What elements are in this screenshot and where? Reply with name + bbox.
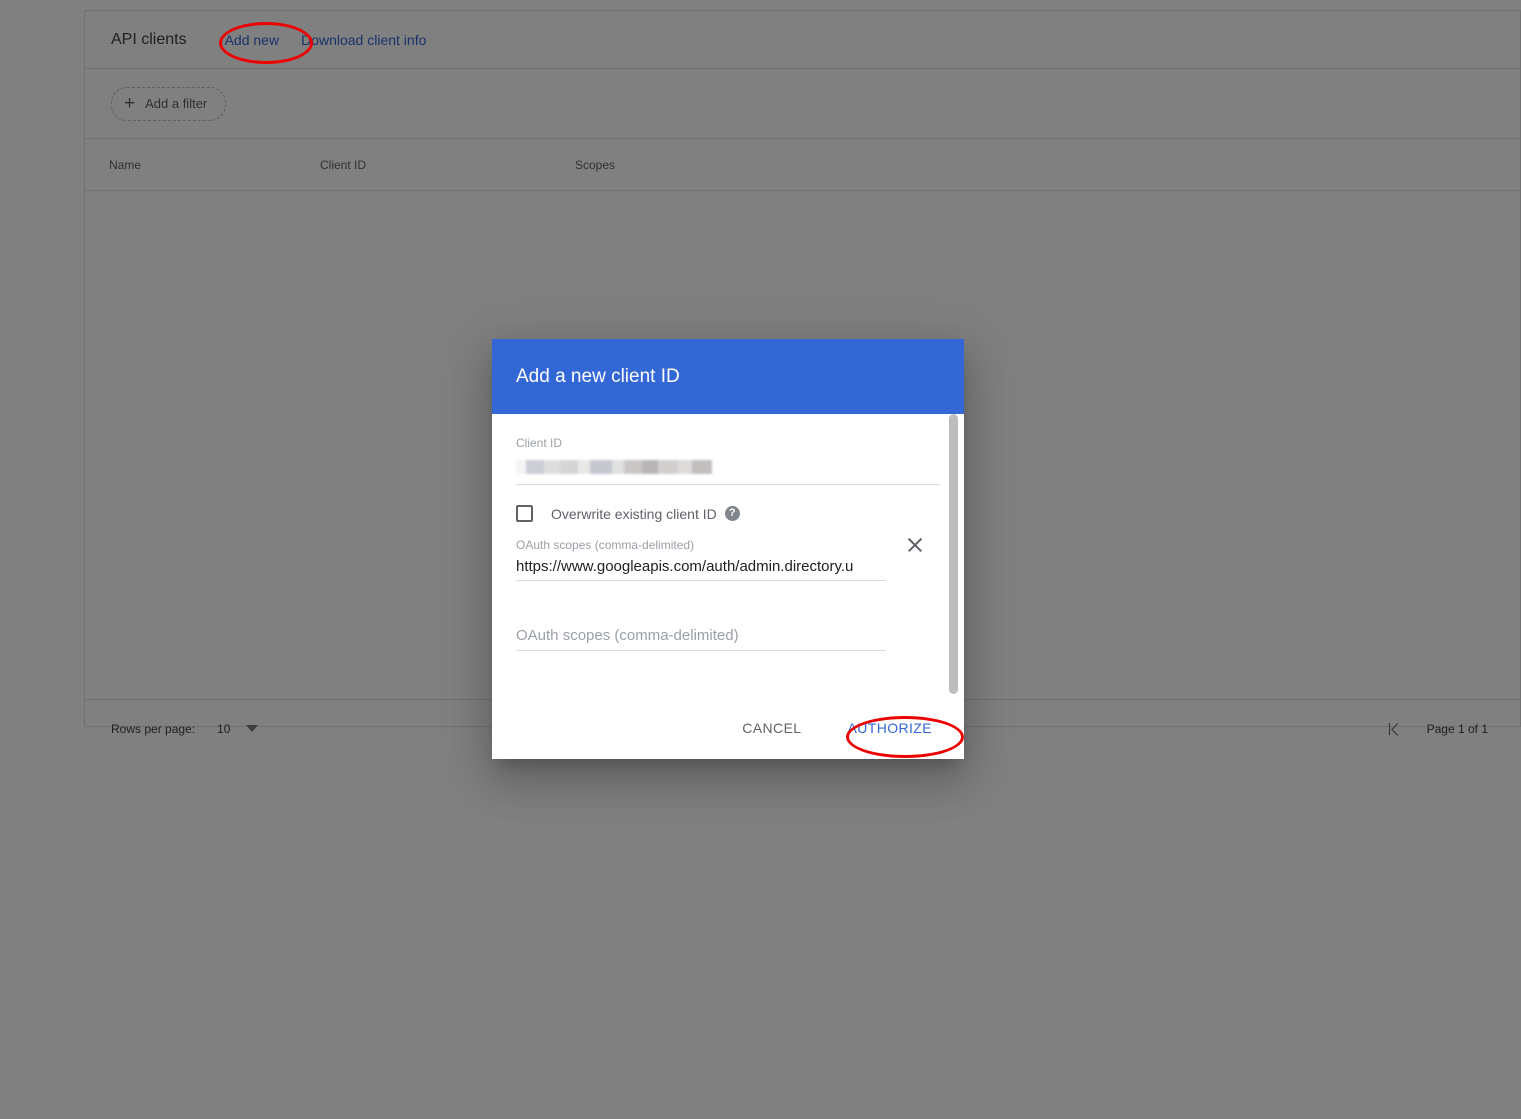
client-id-label: Client ID: [516, 436, 563, 450]
overwrite-client-id-row: Overwrite existing client ID ?: [516, 505, 940, 522]
cancel-button[interactable]: CANCEL: [734, 714, 809, 742]
oauth-scopes-filled-value: https://www.googleapis.com/auth/admin.di…: [516, 558, 854, 575]
close-icon[interactable]: [904, 534, 926, 556]
oauth-scopes-filled-label: OAuth scopes (comma-delimited): [516, 538, 695, 552]
oauth-scopes-filled-input[interactable]: https://www.googleapis.com/auth/admin.di…: [516, 558, 886, 581]
oauth-scopes-filled-field: OAuth scopes (comma-delimited) https://w…: [516, 538, 940, 581]
overwrite-checkbox[interactable]: [516, 505, 533, 522]
dialog-scrollbar[interactable]: [949, 414, 958, 694]
overwrite-label: Overwrite existing client ID: [551, 505, 717, 522]
add-client-id-dialog: Add a new client ID Client ID Overwrite …: [492, 339, 964, 759]
dialog-title: Add a new client ID: [516, 365, 680, 387]
client-id-field: Client ID: [516, 436, 940, 485]
oauth-scopes-empty-placeholder: OAuth scopes (comma-delimited): [516, 627, 739, 644]
dialog-body: Client ID Overwrite existing client ID ?…: [492, 414, 964, 697]
dialog-header: Add a new client ID: [492, 339, 964, 414]
client-id-redacted-value: [516, 460, 712, 474]
help-icon[interactable]: ?: [724, 506, 740, 521]
dialog-actions: CANCEL AUTHORIZE: [492, 697, 964, 759]
oauth-scopes-empty-input[interactable]: OAuth scopes (comma-delimited): [516, 627, 886, 651]
authorize-button[interactable]: AUTHORIZE: [840, 714, 941, 742]
